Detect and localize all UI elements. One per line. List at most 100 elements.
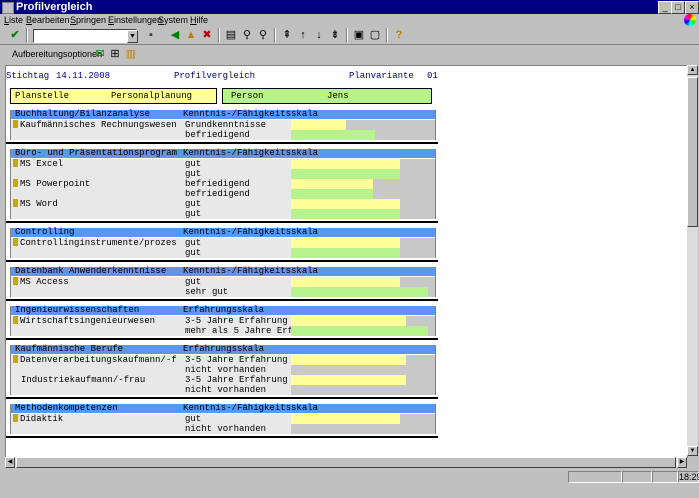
pin-icon[interactable] (13, 414, 18, 422)
help-icon[interactable]: ? (392, 29, 406, 42)
section-divider (6, 142, 438, 144)
command-dropdown-icon[interactable]: ▼ (127, 30, 138, 43)
next-page-icon[interactable]: ↓ (312, 29, 326, 42)
first-page-icon[interactable]: ⇞ (280, 29, 294, 42)
section-divider (6, 397, 438, 399)
scroll-left-icon[interactable]: ◀ (5, 457, 15, 468)
menu-springen[interactable]: Springen (70, 14, 106, 26)
save-icon[interactable]: ▪ (144, 29, 158, 42)
window-titlebar: Profilvergleich _ □ × (0, 0, 699, 14)
qualification-row: befriedigend (11, 189, 435, 199)
close-button[interactable]: × (685, 1, 699, 14)
qualification-label-cell[interactable]: Wirtschaftsingenieurwesen (11, 316, 183, 326)
vertical-scroll-thumb[interactable] (687, 77, 698, 227)
section-header: Controlling Kenntnis-/Fähigkeitsskala (11, 228, 435, 237)
pin-icon[interactable] (13, 199, 18, 207)
menu-liste[interactable]: Liste (4, 14, 23, 26)
qualification-name: Controllinginstrumente/prozes (20, 238, 177, 248)
scroll-down-icon[interactable]: ▼ (687, 446, 698, 456)
mail-icon[interactable]: ✉ (93, 48, 107, 61)
section-header: Büro- und Präsentationsprogram Kenntnis-/… (11, 149, 435, 158)
org-structure-icon[interactable]: ⊞ (108, 48, 122, 61)
qualification-name: Datenverarbeitungskaufmann/-f (20, 355, 177, 365)
pin-icon[interactable] (13, 355, 18, 363)
app-icon[interactable] (2, 2, 14, 14)
qualification-row: Didaktik gut (11, 414, 435, 424)
section-title: Buchhaltung/Bilanzanalyse (15, 109, 151, 119)
proficiency-level: nicht vorhanden (183, 385, 291, 395)
new-session-icon[interactable]: ▣ (352, 29, 366, 42)
vertical-scrollbar[interactable]: ▲ ▼ (687, 65, 698, 456)
person-value: Jens (327, 91, 349, 101)
qualification-label-cell[interactable]: Industriekaufmann/-frau (11, 375, 183, 385)
qualification-label-cell[interactable]: MS Powerpoint (11, 179, 183, 189)
qualification-label-cell[interactable]: MS Excel (11, 159, 183, 169)
exit-icon[interactable]: ▲ (184, 29, 198, 42)
status-system-field[interactable] (568, 471, 622, 483)
shortcut-icon[interactable]: ▢ (368, 29, 382, 42)
planstelle-value: Personalplanung (111, 91, 193, 101)
last-page-icon[interactable]: ⇟ (328, 29, 342, 42)
menu-bearbeiten[interactable]: Bearbeiten (26, 14, 70, 26)
cancel-icon[interactable]: ✖ (200, 29, 214, 42)
qualification-row: nicht vorhanden (11, 365, 435, 375)
proficiency-bar (291, 326, 428, 336)
qualification-label-cell (11, 424, 183, 434)
pin-icon[interactable] (13, 159, 18, 167)
qualification-label-cell[interactable]: Controllinginstrumente/prozes (11, 238, 183, 248)
section-scale[interactable]: Erfahrungsskala (183, 345, 264, 354)
proficiency-bar (291, 179, 373, 189)
qualification-label-cell (11, 130, 183, 140)
status-client-field[interactable] (622, 471, 652, 483)
toolbar-separator (274, 28, 276, 43)
qualification-label-cell[interactable]: Datenverarbeitungskaufmann/-f (11, 355, 183, 365)
section-scale[interactable]: Kenntnis-/Fähigkeitsskala (183, 228, 318, 237)
qualification-label-cell[interactable]: Kaufmännisches Rechnungswesen (11, 120, 183, 130)
section-scale[interactable]: Kenntnis-/Fähigkeitsskala (183, 149, 318, 158)
planstelle-label: Planstelle (15, 91, 70, 101)
graphic-icon[interactable]: ▥ (124, 48, 138, 61)
qualification-label-cell[interactable]: MS Word (11, 199, 183, 209)
pin-icon[interactable] (13, 277, 18, 285)
menu-system[interactable]: System (158, 14, 188, 26)
print-icon[interactable]: ▤ (224, 29, 238, 42)
pin-icon[interactable] (13, 179, 18, 187)
minimize-button[interactable]: _ (658, 1, 672, 14)
proficiency-bar-track (291, 365, 435, 375)
horizontal-scrollbar[interactable]: ◀ ▶ (5, 457, 687, 468)
skill-section: Datenbank Anwenderkenntnisse Kenntnis-/Fä… (10, 267, 436, 297)
pin-icon[interactable] (13, 238, 18, 246)
status-time: 18:29 (678, 471, 699, 483)
scroll-up-icon[interactable]: ▲ (687, 65, 698, 75)
qualification-label-cell[interactable]: MS Access (11, 277, 183, 287)
horizontal-scroll-thumb[interactable] (16, 457, 676, 468)
back-icon[interactable]: ◀ (168, 29, 182, 42)
previous-page-icon[interactable]: ↑ (296, 29, 310, 42)
section-scale[interactable]: Erfahrungsskala (183, 306, 264, 315)
qualification-row: MS Powerpoint befriedigend (11, 179, 435, 189)
section-scale[interactable]: Kenntnis-/Fähigkeitsskala (183, 404, 318, 413)
find-next-icon[interactable]: ⚲ (256, 29, 270, 42)
proficiency-bar (291, 159, 400, 169)
qualification-row: gut (11, 248, 435, 258)
proficiency-level: gut (183, 238, 291, 248)
find-icon[interactable]: ⚲ (240, 29, 254, 42)
status-mode-field (652, 471, 678, 483)
qualification-label-cell (11, 169, 183, 179)
section-scale[interactable]: Kenntnis-/Fähigkeitsskala (183, 110, 318, 119)
aufbereitungsoptionen-button[interactable]: Aufbereitungsoptionen (12, 49, 102, 59)
enter-check-icon[interactable]: ✔ (8, 29, 22, 42)
person-label: Person (231, 91, 264, 101)
proficiency-bar-track (291, 424, 435, 434)
qualification-label-cell[interactable]: Didaktik (11, 414, 183, 424)
maximize-button[interactable]: □ (671, 1, 685, 14)
pin-icon[interactable] (13, 316, 18, 324)
qualification-row: nicht vorhanden (11, 424, 435, 434)
menu-einstellungen[interactable]: Einstellungen (108, 14, 162, 26)
scroll-right-icon[interactable]: ▶ (677, 457, 687, 468)
skill-section: Ingenieurwissenschaften Erfahrungsskala Wi… (10, 306, 436, 336)
section-scale[interactable]: Kenntnis-/Fähigkeitsskala (183, 267, 318, 276)
pin-icon[interactable] (13, 120, 18, 128)
command-field[interactable] (33, 29, 137, 43)
menu-hilfe[interactable]: Hilfe (190, 14, 208, 26)
